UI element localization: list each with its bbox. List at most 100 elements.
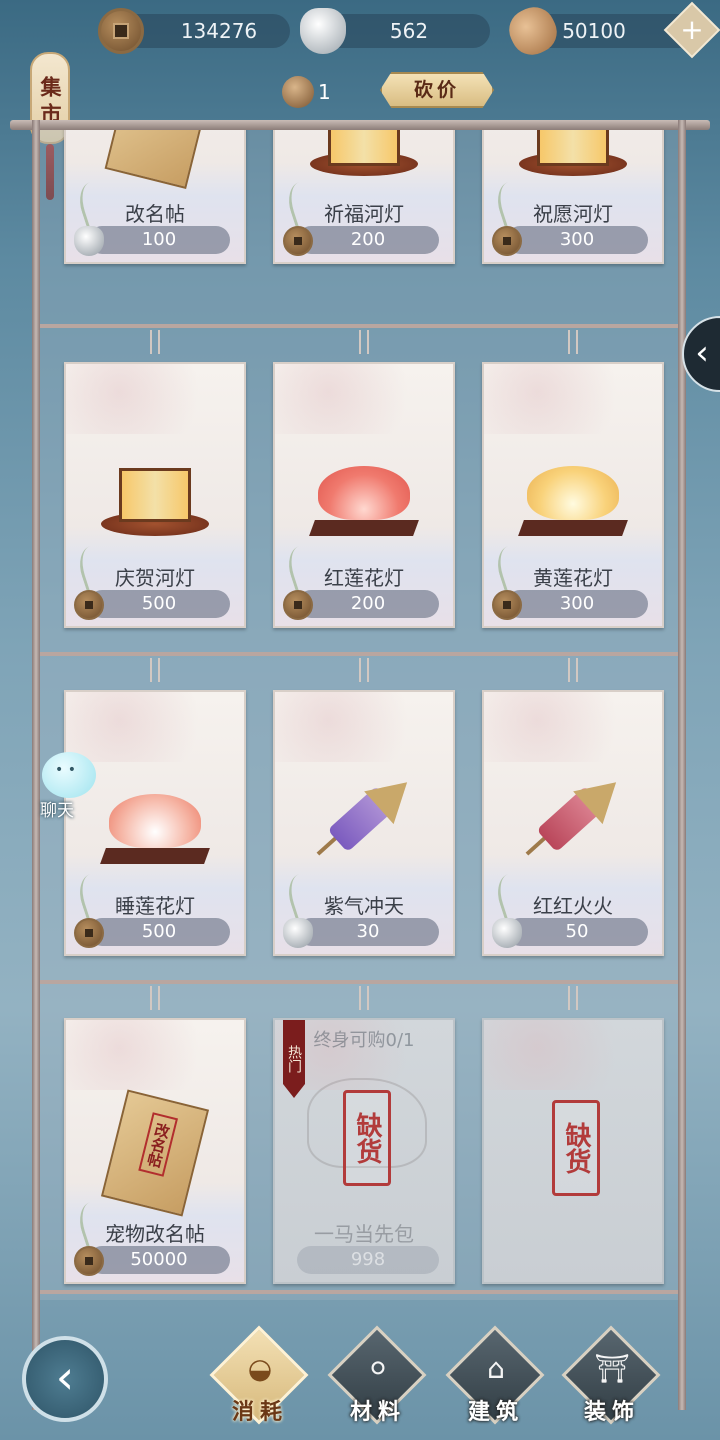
coin-amount: 134276 [180, 19, 258, 43]
shelf-post-right [678, 120, 686, 1410]
pet-rename-card-image: 改名帖 [100, 1089, 210, 1217]
item-name: 宠物改名帖 [105, 1222, 205, 1246]
item-name: 睡莲花灯 [115, 894, 195, 918]
shop-item-card[interactable]: 睡莲花灯 500 [64, 690, 246, 956]
river-lantern-image [119, 468, 191, 522]
yellow-lotus-lantern-image [527, 466, 619, 520]
shop-item-card-sold-out[interactable]: 终身可购0/1 热门 缺货 一马当先包 998 [273, 1018, 455, 1284]
tab-label: 材料 [349, 1400, 406, 1425]
shop-item-card[interactable]: 改名帖 宠物改名帖 50000 [64, 1018, 246, 1284]
item-name: 红红火火 [533, 894, 613, 918]
water-lily-lantern-image [109, 794, 201, 848]
item-price: 30 [297, 918, 439, 946]
tab-label: 建筑 [467, 1400, 524, 1425]
shelf-divider [40, 652, 678, 656]
tab-decorations[interactable]: ⛩ 装饰 [561, 1325, 661, 1436]
chat-mascot-icon [42, 752, 96, 798]
shop-item-card[interactable]: 红红火火 50 [482, 690, 664, 956]
item-name: 一马当先包 [314, 1222, 414, 1246]
tab-buildings[interactable]: ⌂ 建筑 [445, 1325, 545, 1436]
card-hanger [150, 986, 160, 1010]
river-lantern-image [537, 130, 609, 166]
shop-item-card[interactable]: 紫气冲天 30 [273, 690, 455, 956]
item-name: 黄莲花灯 [533, 566, 613, 590]
plus-icon: + [680, 12, 704, 46]
coin-icon [492, 226, 522, 256]
coin-icon [283, 226, 313, 256]
bargain-button[interactable]: 砍价 [380, 72, 494, 108]
chat-label: 聊天 [40, 801, 74, 821]
shelf-top-beam [10, 120, 710, 130]
red-firework-image [518, 765, 631, 876]
currency-bar: 134276 562 50100 + [0, 0, 720, 62]
item-price: 300 [506, 590, 648, 618]
hot-tag: 热门 [283, 1020, 305, 1098]
item-price: 50 [506, 918, 648, 946]
silver-ingot-icon [492, 918, 522, 948]
card-hanger [359, 330, 369, 354]
coin-icon [283, 590, 313, 620]
card-hanger [568, 330, 578, 354]
item-price: 50000 [88, 1246, 230, 1274]
shop-item-card[interactable]: 祈福河灯 200 [273, 130, 455, 264]
side-panel-toggle[interactable]: ‹ [682, 316, 720, 392]
item-name: 紫气冲天 [324, 894, 404, 918]
tab-label: 装饰 [583, 1400, 640, 1425]
card-hanger [568, 658, 578, 682]
shop-shelf[interactable]: 改名帖 100 祈福河灯 200 祝愿河灯 300 庆贺河灯 500 红莲花灯 … [40, 130, 678, 1300]
rename-card-image [104, 130, 206, 189]
card-hanger [150, 330, 160, 354]
shell-amount: 50100 [562, 19, 626, 43]
silver-ingot-icon [74, 226, 104, 256]
sold-out-stamp: 缺货 [343, 1090, 391, 1186]
silver-amount: 562 [389, 19, 429, 43]
back-arrow-icon: ‹ [55, 1350, 75, 1404]
bowl-icon: ◒ [247, 1352, 273, 1385]
card-hanger [359, 986, 369, 1010]
chat-button[interactable]: 聊天 [38, 752, 96, 821]
silver-ingot-icon [283, 918, 313, 948]
sold-out-stamp: 缺货 [552, 1100, 600, 1196]
item-price: 200 [297, 590, 439, 618]
plinth-decoration [309, 520, 419, 536]
card-hanger [568, 986, 578, 1010]
tab-consumables[interactable]: ◒ 消耗 [209, 1325, 309, 1436]
shelf-divider [40, 980, 678, 984]
item-price: 500 [88, 590, 230, 618]
shop-item-card[interactable]: 祝愿河灯 300 [482, 130, 664, 264]
item-price: 998 [297, 1246, 439, 1274]
silver-ingot-icon [300, 8, 346, 54]
shop-item-card[interactable]: 黄莲花灯 300 [482, 362, 664, 628]
item-name: 庆贺河灯 [115, 566, 195, 590]
plinth-decoration [100, 848, 210, 864]
tab-materials[interactable]: ⚪ 材料 [327, 1325, 427, 1436]
bargain-token-count: 1 [318, 80, 331, 104]
rename-card-stamp: 改名帖 [138, 1112, 179, 1177]
red-lotus-lantern-image [318, 466, 410, 520]
back-button[interactable]: ‹ [22, 1336, 108, 1422]
coin-icon [74, 1246, 104, 1276]
coin-icon [74, 918, 104, 948]
shell-currency-icon [502, 0, 564, 62]
item-price: 300 [506, 226, 648, 254]
item-name: 祝愿河灯 [533, 202, 613, 226]
add-currency-button[interactable]: + [663, 1, 720, 59]
coin-icon [492, 590, 522, 620]
coin-icon [74, 590, 104, 620]
shop-item-card[interactable]: 庆贺河灯 500 [64, 362, 246, 628]
item-name: 红莲花灯 [324, 566, 404, 590]
shop-item-card[interactable]: 改名帖 100 [64, 130, 246, 264]
card-hanger [150, 658, 160, 682]
plinth-decoration [518, 520, 628, 536]
item-name: 祈福河灯 [324, 202, 404, 226]
shop-item-card[interactable]: 红莲花灯 200 [273, 362, 455, 628]
item-price: 200 [297, 226, 439, 254]
purple-firework-image [309, 765, 422, 876]
river-lantern-image [328, 130, 400, 166]
shelf-divider [40, 324, 678, 328]
tab-label: 消耗 [231, 1400, 288, 1425]
item-price: 100 [88, 226, 230, 254]
item-name: 改名帖 [125, 202, 185, 226]
shop-item-card-sold-out[interactable]: 缺货 [482, 1018, 664, 1284]
card-hanger [359, 658, 369, 682]
